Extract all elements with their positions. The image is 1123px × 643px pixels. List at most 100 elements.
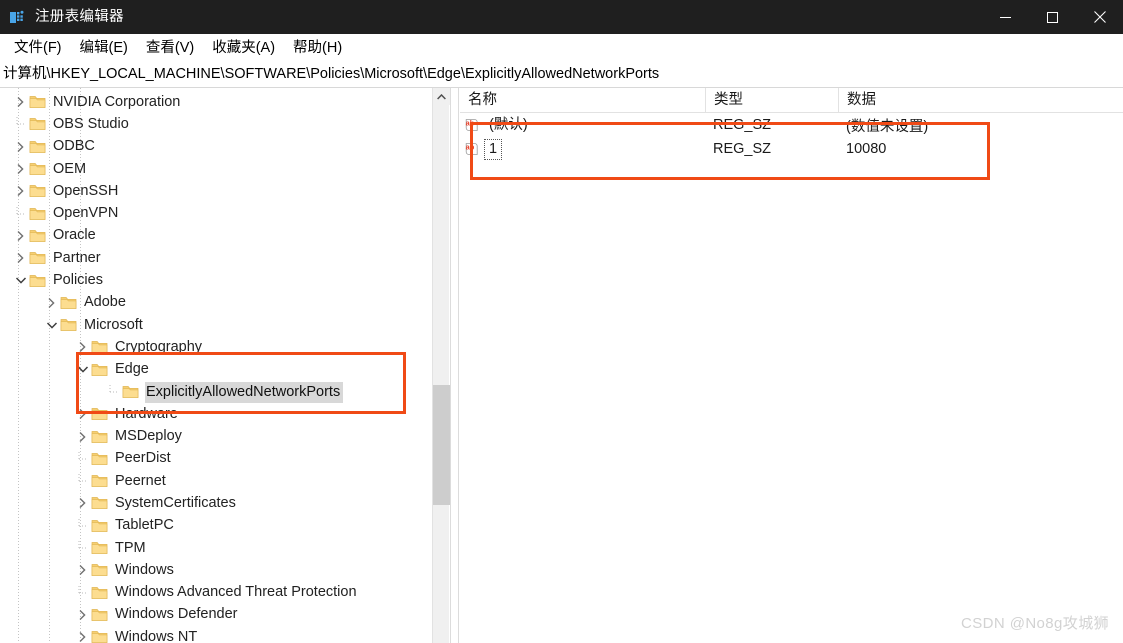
- menu-item-favorites[interactable]: 收藏夹(A): [203, 36, 284, 60]
- tree-item-peernet[interactable]: Peernet: [0, 470, 432, 492]
- value-type: REG_SZ: [705, 117, 838, 133]
- folder-icon: [91, 339, 108, 355]
- value-name-cell[interactable]: ab1: [460, 140, 705, 159]
- chevron-down-icon[interactable]: [43, 314, 60, 336]
- tree-vertical-scrollbar[interactable]: [432, 88, 449, 643]
- tree-item-label: Edge: [114, 359, 152, 380]
- chevron-right-icon[interactable]: [12, 225, 29, 247]
- tree-item-label: ODBC: [52, 136, 98, 157]
- pane-splitter[interactable]: [450, 88, 459, 643]
- scrollbar-thumb[interactable]: [433, 385, 450, 505]
- column-header-name[interactable]: 名称: [460, 88, 705, 113]
- tree-item-oracle[interactable]: Oracle: [0, 225, 432, 247]
- chevron-down-icon[interactable]: [74, 359, 91, 381]
- tree-item-label: Partner: [52, 248, 104, 269]
- tree-item-label: SystemCertificates: [114, 493, 239, 514]
- tree-item-nvidia-corporation[interactable]: NVIDIA Corporation: [0, 91, 432, 113]
- tree-item-label: Adobe: [83, 292, 129, 313]
- tree-item-label: OpenSSH: [52, 181, 121, 202]
- tree-item-label: Microsoft: [83, 315, 146, 336]
- tree-item-openvpn[interactable]: OpenVPN: [0, 202, 432, 224]
- tree-item-edge[interactable]: Edge: [0, 359, 432, 381]
- folder-icon: [29, 206, 46, 222]
- tree-item-windows[interactable]: Windows: [0, 559, 432, 581]
- tree-item-label: MSDeploy: [114, 426, 185, 447]
- tree-item-odbc[interactable]: ODBC: [0, 136, 432, 158]
- chevron-right-icon[interactable]: [12, 136, 29, 158]
- tree-connector-icon: [74, 448, 91, 470]
- tree-item-tpm[interactable]: TPM: [0, 537, 432, 559]
- menu-item-view[interactable]: 查看(V): [137, 36, 203, 60]
- chevron-right-icon[interactable]: [43, 292, 60, 314]
- tree-item-windows-advanced-threat-protection[interactable]: Windows Advanced Threat Protection: [0, 582, 432, 604]
- close-button[interactable]: [1076, 0, 1123, 34]
- window-controls: [982, 0, 1123, 34]
- chevron-right-icon[interactable]: [12, 247, 29, 269]
- registry-values-list[interactable]: 名称 类型 数据 ab(默认)REG_SZ(数值未设置)ab1REG_SZ100…: [460, 88, 1123, 643]
- tree-item-windows-defender[interactable]: Windows Defender: [0, 604, 432, 626]
- maximize-button[interactable]: [1029, 0, 1076, 34]
- chevron-down-icon[interactable]: [12, 270, 29, 292]
- list-rows-container: ab(默认)REG_SZ(数值未设置)ab1REG_SZ10080: [460, 113, 1123, 161]
- chevron-right-icon[interactable]: [74, 626, 91, 643]
- folder-icon: [29, 139, 46, 155]
- tree-item-policies[interactable]: Policies: [0, 269, 432, 291]
- tree-item-label: Windows: [114, 560, 177, 581]
- folder-icon: [91, 451, 108, 467]
- tree-item-label: NVIDIA Corporation: [52, 92, 183, 113]
- registry-key-tree[interactable]: NVIDIA CorporationOBS StudioODBCOEMOpenS…: [0, 88, 432, 643]
- tree-connector-icon: [105, 381, 122, 403]
- column-header-data[interactable]: 数据: [838, 88, 1123, 113]
- value-row[interactable]: ab(默认)REG_SZ(数值未设置): [460, 113, 1123, 137]
- folder-icon: [60, 295, 77, 311]
- list-column-headers: 名称 类型 数据: [460, 88, 1123, 113]
- menu-item-help[interactable]: 帮助(H): [284, 36, 351, 60]
- watermark: CSDN @No8g攻城狮: [961, 612, 1109, 633]
- tree-item-label: Cryptography: [114, 337, 205, 358]
- tree-item-label: PeerDist: [114, 448, 174, 469]
- chevron-right-icon[interactable]: [74, 426, 91, 448]
- chevron-right-icon[interactable]: [74, 492, 91, 514]
- column-header-type[interactable]: 类型: [705, 88, 838, 113]
- string-value-icon: ab: [464, 117, 480, 133]
- chevron-right-icon[interactable]: [12, 158, 29, 180]
- value-data: 10080: [838, 141, 1123, 157]
- menu-item-file[interactable]: 文件(F): [5, 36, 71, 60]
- chevron-right-icon[interactable]: [74, 604, 91, 626]
- menu-item-edit[interactable]: 编辑(E): [71, 36, 137, 60]
- tree-item-windows-nt[interactable]: Windows NT: [0, 626, 432, 643]
- minimize-button[interactable]: [982, 0, 1029, 34]
- tree-item-openssh[interactable]: OpenSSH: [0, 180, 432, 202]
- tree-item-partner[interactable]: Partner: [0, 247, 432, 269]
- value-name-cell[interactable]: ab(默认): [460, 116, 705, 135]
- tree-item-oem[interactable]: OEM: [0, 158, 432, 180]
- tree-item-peerdist[interactable]: PeerDist: [0, 448, 432, 470]
- chevron-right-icon[interactable]: [74, 559, 91, 581]
- svg-text:ab: ab: [466, 119, 475, 128]
- tree-item-adobe[interactable]: Adobe: [0, 292, 432, 314]
- chevron-right-icon[interactable]: [74, 403, 91, 425]
- tree-item-systemcertificates[interactable]: SystemCertificates: [0, 492, 432, 514]
- chevron-right-icon[interactable]: [74, 336, 91, 358]
- tree-item-label: Windows Defender: [114, 604, 241, 625]
- tree-item-cryptography[interactable]: Cryptography: [0, 336, 432, 358]
- scroll-up-arrow-icon[interactable]: [433, 88, 450, 105]
- value-row[interactable]: ab1REG_SZ10080: [460, 137, 1123, 161]
- tree-item-obs-studio[interactable]: OBS Studio: [0, 113, 432, 135]
- chevron-right-icon[interactable]: [12, 91, 29, 113]
- tree-item-label: Policies: [52, 270, 106, 291]
- tree-item-label: Windows Advanced Threat Protection: [114, 582, 360, 603]
- address-bar[interactable]: 计算机\HKEY_LOCAL_MACHINE\SOFTWARE\Policies…: [0, 62, 1123, 87]
- registry-editor-icon: [9, 9, 26, 26]
- tree-item-hardware[interactable]: Hardware: [0, 403, 432, 425]
- tree-item-tabletpc[interactable]: TabletPC: [0, 515, 432, 537]
- chevron-right-icon[interactable]: [12, 180, 29, 202]
- tree-item-microsoft[interactable]: Microsoft: [0, 314, 432, 336]
- tree-item-label: Hardware: [114, 404, 181, 425]
- content-panes: NVIDIA CorporationOBS StudioODBCOEMOpenS…: [0, 88, 1123, 643]
- folder-icon: [29, 161, 46, 177]
- tree-item-explicitlyallowednetworkports[interactable]: ExplicitlyAllowedNetworkPorts: [0, 381, 432, 403]
- value-name: 1: [485, 140, 501, 159]
- tree-connector-icon: [74, 582, 91, 604]
- tree-item-msdeploy[interactable]: MSDeploy: [0, 425, 432, 447]
